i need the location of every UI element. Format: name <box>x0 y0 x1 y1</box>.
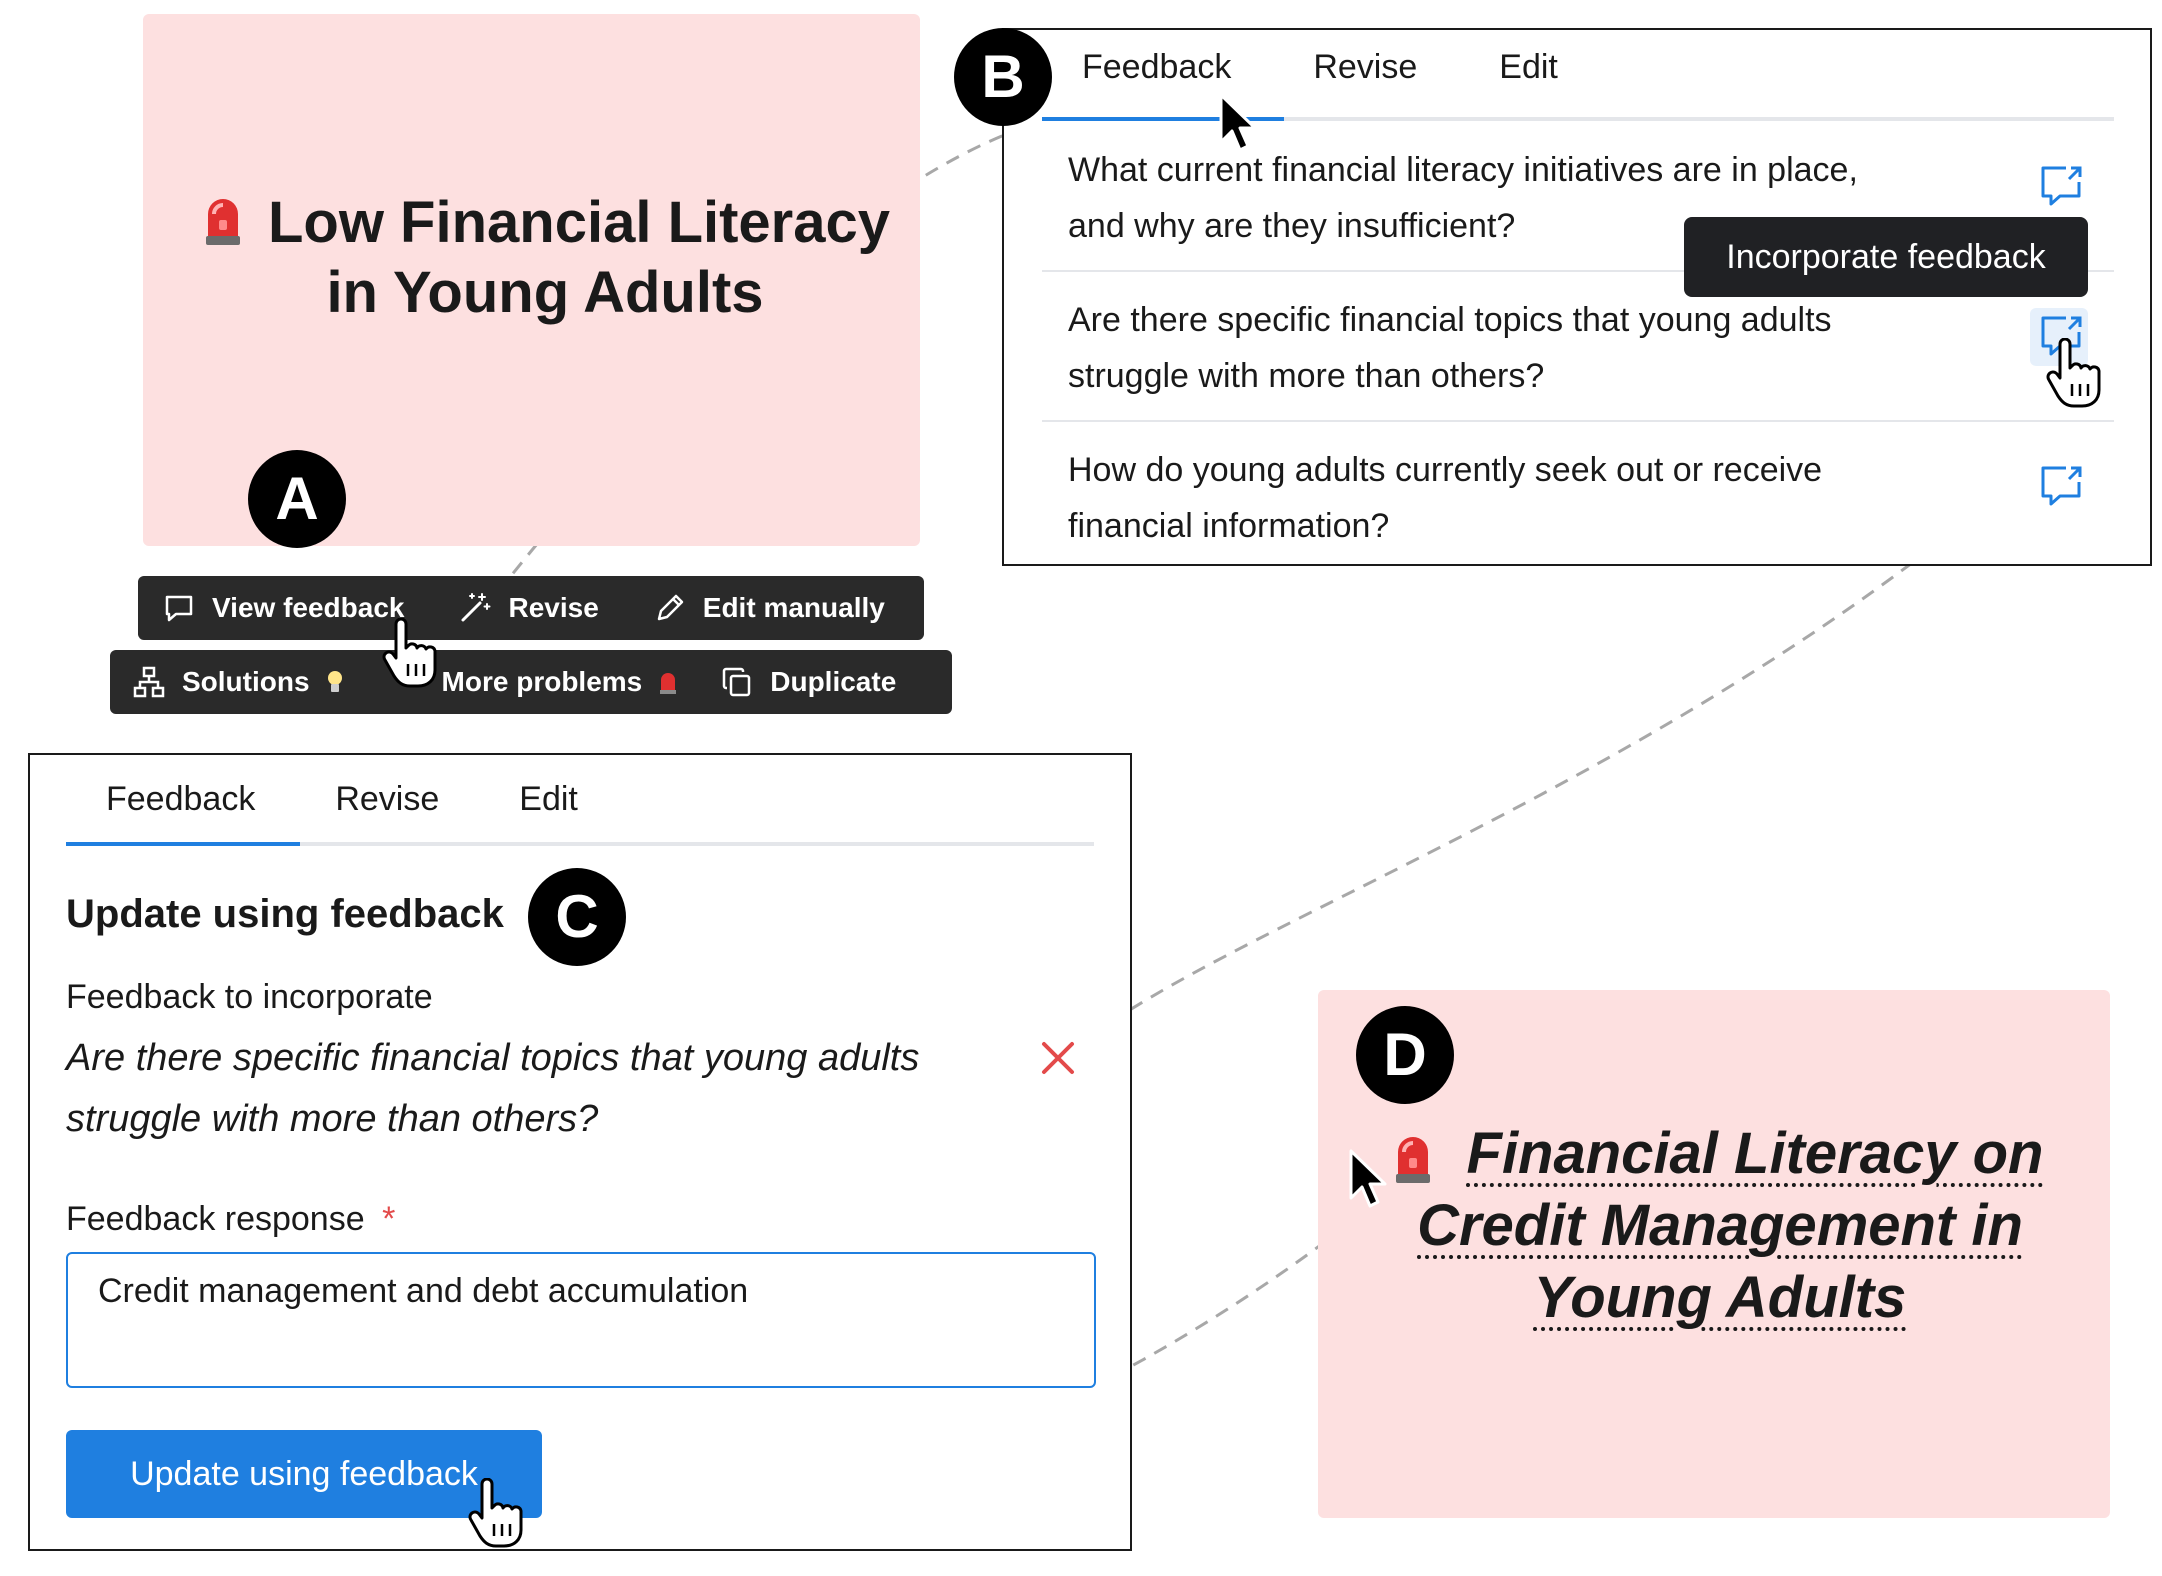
hand-pointer-cursor-icon <box>382 618 437 688</box>
pencil-icon <box>657 594 684 621</box>
view-feedback-button[interactable]: View feedback <box>138 591 404 625</box>
revised-title-line3: Young Adults <box>1533 1265 1907 1330</box>
feedback-question-row: How do young adults currently seek out o… <box>1042 442 2114 554</box>
selected-feedback-text: Are there specific financial topics that… <box>66 1028 1026 1150</box>
revised-title-line2: Credit Management in <box>1417 1193 2023 1258</box>
feedback-question-row: Are there specific financial topics that… <box>1042 292 2114 422</box>
problem-title-line2: in Young Adults <box>326 260 764 325</box>
hand-pointer-cursor-icon <box>2046 338 2101 408</box>
tab-feedback[interactable]: Feedback <box>1082 48 1231 87</box>
question-text-line2: financial information? <box>1068 507 1390 545</box>
copy-icon <box>723 667 751 697</box>
tab-revise[interactable]: Revise <box>1313 48 1417 87</box>
feedback-response-input[interactable]: Credit management and debt accumulation <box>66 1252 1096 1388</box>
problem-title-line1: Low Financial Literacy <box>267 190 891 255</box>
label-badge-c: C <box>528 868 626 966</box>
arrow-cursor-icon <box>1349 1149 1387 1208</box>
more-problems-label: More problems <box>441 666 643 697</box>
label-badge-d: D <box>1356 1006 1454 1104</box>
incorporate-feedback-icon[interactable] <box>2038 464 2084 508</box>
feedback-response-label: Feedback response <box>66 1200 365 1238</box>
arrow-cursor-icon <box>1219 93 1257 152</box>
revised-problem-title: Financial Literacy on Credit Management … <box>1370 1118 2070 1334</box>
update-heading: Update using feedback <box>66 892 504 936</box>
selected-feedback-line2: struggle with more than others? <box>66 1098 599 1140</box>
feedback-response-label-row: Feedback response * <box>66 1200 395 1239</box>
question-text-line2: struggle with more than others? <box>1068 357 1545 395</box>
tab-revise[interactable]: Revise <box>335 780 439 819</box>
magic-wand-icon <box>461 593 491 622</box>
tab-edit[interactable]: Edit <box>1499 48 1558 87</box>
incorporate-feedback-icon[interactable] <box>2038 164 2084 208</box>
action-toolbar-secondary: Solutions More problems Duplicate <box>110 650 952 714</box>
hierarchy-icon <box>133 666 165 698</box>
edit-manually-label: Edit manually <box>702 592 885 623</box>
solutions-button[interactable]: Solutions <box>110 665 344 699</box>
label-badge-b: B <box>954 28 1052 126</box>
panel-b-tabs: Feedback Revise Edit <box>1042 48 2114 87</box>
solutions-label: Solutions <box>182 666 310 697</box>
hand-pointer-cursor-icon <box>468 1478 523 1548</box>
required-marker: * <box>382 1200 396 1238</box>
revise-label: Revise <box>508 592 599 623</box>
feedback-to-incorporate-label: Feedback to incorporate <box>66 978 433 1016</box>
siren-icon <box>660 673 677 694</box>
panel-c-tabs: Feedback Revise Edit <box>106 780 578 819</box>
revised-title-line1: Financial Literacy on <box>1466 1121 2044 1186</box>
incorporate-feedback-tooltip: Incorporate feedback <box>1684 217 2088 297</box>
chat-bubble-icon <box>165 595 193 622</box>
active-tab-indicator <box>66 842 300 846</box>
remove-feedback-icon[interactable] <box>1040 1040 1076 1076</box>
tab-feedback[interactable]: Feedback <box>106 780 255 819</box>
siren-icon <box>205 199 240 245</box>
edit-manually-button[interactable]: Edit manually <box>599 591 885 625</box>
duplicate-button[interactable]: Duplicate <box>678 665 896 699</box>
tab-edit[interactable]: Edit <box>519 780 578 819</box>
problem-title: Low Financial Literacy in Young Adults <box>190 188 900 328</box>
label-badge-a: A <box>248 450 346 548</box>
question-text-line1: How do young adults currently seek out o… <box>1068 451 1823 489</box>
question-text-line1: Are there specific financial topics that… <box>1068 301 1832 339</box>
duplicate-label: Duplicate <box>770 666 897 697</box>
view-feedback-label: View feedback <box>212 592 405 623</box>
selected-feedback-line1: Are there specific financial topics that… <box>66 1037 920 1079</box>
lightbulb-icon <box>327 671 342 692</box>
action-toolbar-primary: View feedback Revise Edit manually <box>138 576 924 640</box>
